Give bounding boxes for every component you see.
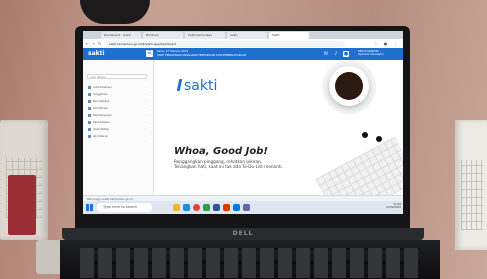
sidebar-item-label: Komitmen <box>93 106 109 110</box>
earphone-image <box>362 132 368 138</box>
sidebar-item-akuntansi[interactable]: Akuntansi › <box>88 133 148 139</box>
browser-tab[interactable]: Sakti <box>227 32 267 39</box>
sidebar-search-input[interactable]: Cari Modul <box>87 74 147 79</box>
laptop-brand-logo: DELL <box>232 230 254 237</box>
coffee <box>335 72 363 100</box>
empty-state-subtext: Tenangkan hati, saat ini tak ada To-Do-L… <box>174 164 283 169</box>
menu-icon <box>88 127 91 131</box>
bell-icon[interactable]: ♪ <box>333 51 339 57</box>
teams-icon[interactable] <box>243 204 250 211</box>
browser-tab[interactable]: Dashboard - Sakti <box>101 32 141 39</box>
sidebar-item-label: Pembayaran <box>93 113 112 117</box>
header-logo[interactable]: sakti <box>88 50 105 57</box>
menu-icon <box>88 85 91 89</box>
keyboard-image <box>315 136 403 195</box>
chevron-right-icon: › <box>144 85 146 89</box>
sidebar-toggle-button[interactable]: ☰ <box>146 50 153 57</box>
sidebar-item-label: Persediaan <box>93 120 110 124</box>
back-icon[interactable]: ← <box>85 41 90 46</box>
sidebar-item-label: Bendahara <box>93 99 110 103</box>
calendar-grid <box>461 160 483 230</box>
chevron-right-icon: › <box>144 120 146 124</box>
sidebar-item-label: Administrasi <box>93 85 112 89</box>
main-content: sakti Whoa, Good Job! Renggangkan pingga… <box>154 60 403 195</box>
sidebar-item-persediaan[interactable]: Persediaan › <box>88 119 148 125</box>
menu-icon <box>88 134 91 138</box>
url-input[interactable]: sakti.kemenkeu.go.id/#/sakti-app/dashboa… <box>105 40 345 47</box>
sidebar-item-label: Akuntansi <box>93 134 108 138</box>
user-info[interactable]: REKAP MANDIRI Operator Keuangan <box>358 50 400 56</box>
chevron-right-icon: › <box>144 92 146 96</box>
chevron-right-icon: › <box>144 99 146 103</box>
powerpoint-icon[interactable] <box>223 204 230 211</box>
system-tray[interactable]: 11:52 27/02/2023 <box>345 203 401 209</box>
windows-start-icon[interactable] <box>86 204 93 211</box>
menu-icon <box>88 120 91 124</box>
laptop-chin: DELL <box>62 228 424 240</box>
sidebar-item-aset-tetap[interactable]: Aset Tetap › <box>88 126 148 132</box>
browser-tab-bar: Dashboard - Sakti Bantuan Sakti Kemenkeu… <box>83 31 403 39</box>
empty-state-headline: Whoa, Good Job! <box>174 146 268 157</box>
edge-icon[interactable] <box>183 204 190 211</box>
browser-tab-active[interactable]: Sakti <box>269 32 309 39</box>
browser-tab[interactable]: Sakti Kemenkeu <box>185 32 225 39</box>
word-icon[interactable] <box>213 204 220 211</box>
header-notice-date: Senin, 27 Februari 2023 <box>157 50 189 53</box>
earphone-image <box>376 136 382 142</box>
sakti-logo: sakti <box>176 78 218 94</box>
outlook-icon[interactable] <box>233 204 240 211</box>
file-explorer-icon[interactable] <box>173 204 180 211</box>
user-role: Operator Keuangan <box>358 53 384 56</box>
star-icon[interactable]: ☆ <box>373 41 378 46</box>
keyboard-keys <box>80 248 420 278</box>
tab-label: Sakti <box>230 33 238 37</box>
sidebar-item-pembayaran[interactable]: Pembayaran › <box>88 112 148 118</box>
sidebar-item-bendahara[interactable]: Bendahara › <box>88 98 148 104</box>
windows-taskbar: Type here to search 11:52 27/02/2023 <box>83 201 403 214</box>
forward-icon[interactable]: → <box>91 41 96 46</box>
chevron-right-icon: › <box>144 113 146 117</box>
logo-mark <box>176 79 183 91</box>
menu-icon <box>88 106 91 110</box>
chrome-icon[interactable] <box>193 204 200 211</box>
header-notice-text: SAKTI PENGIRIMAN ANGGARAN PENERIMAAN DAN… <box>157 54 247 57</box>
sidebar-item-administrasi[interactable]: Administrasi › <box>88 84 148 90</box>
chevron-right-icon: › <box>144 127 146 131</box>
tab-label: Bantuan <box>146 33 159 37</box>
chevron-right-icon: › <box>144 134 146 138</box>
menu-icon <box>88 99 91 103</box>
laptop-keyboard <box>60 240 440 279</box>
sidebar: Cari Modul Administrasi › Anggaran › Benda… <box>83 60 154 195</box>
menu-icon[interactable]: ⋮ <box>393 41 398 46</box>
chevron-right-icon: › <box>144 106 146 110</box>
laptop-screen: Dashboard - Sakti Bantuan Sakti Kemenkeu… <box>83 31 403 214</box>
avatar[interactable]: ● <box>343 51 349 57</box>
excel-icon[interactable] <box>203 204 210 211</box>
tab-label: Dashboard - Sakti <box>104 33 131 37</box>
tab-label: Sakti Kemenkeu <box>188 33 213 37</box>
menu-icon <box>88 92 91 96</box>
reload-icon[interactable]: ↻ <box>97 41 102 46</box>
browser-tab[interactable]: Bantuan <box>143 32 183 39</box>
tray-date: 27/02/2023 <box>386 206 401 209</box>
desk-calendar-right <box>455 120 487 250</box>
logo-text: sakti <box>184 78 218 94</box>
mail-icon[interactable]: ✉ <box>323 51 329 57</box>
app-header: sakti ☰ Senin, 27 Februari 2023 SAKTI PE… <box>83 48 403 60</box>
red-book <box>8 175 36 235</box>
profile-icon[interactable]: ● <box>383 41 388 46</box>
sidebar-item-label: Aset Tetap <box>93 127 109 131</box>
coffee-cup-image <box>329 66 369 106</box>
sidebar-item-anggaran[interactable]: Anggaran › <box>88 91 148 97</box>
menu-icon <box>88 113 91 117</box>
tab-label: Sakti <box>272 33 280 37</box>
sidebar-item-komitmen[interactable]: Komitmen › <box>88 105 148 111</box>
sidebar-item-label: Anggaran <box>93 92 108 96</box>
taskbar-search-input[interactable]: Type here to search <box>97 203 152 212</box>
